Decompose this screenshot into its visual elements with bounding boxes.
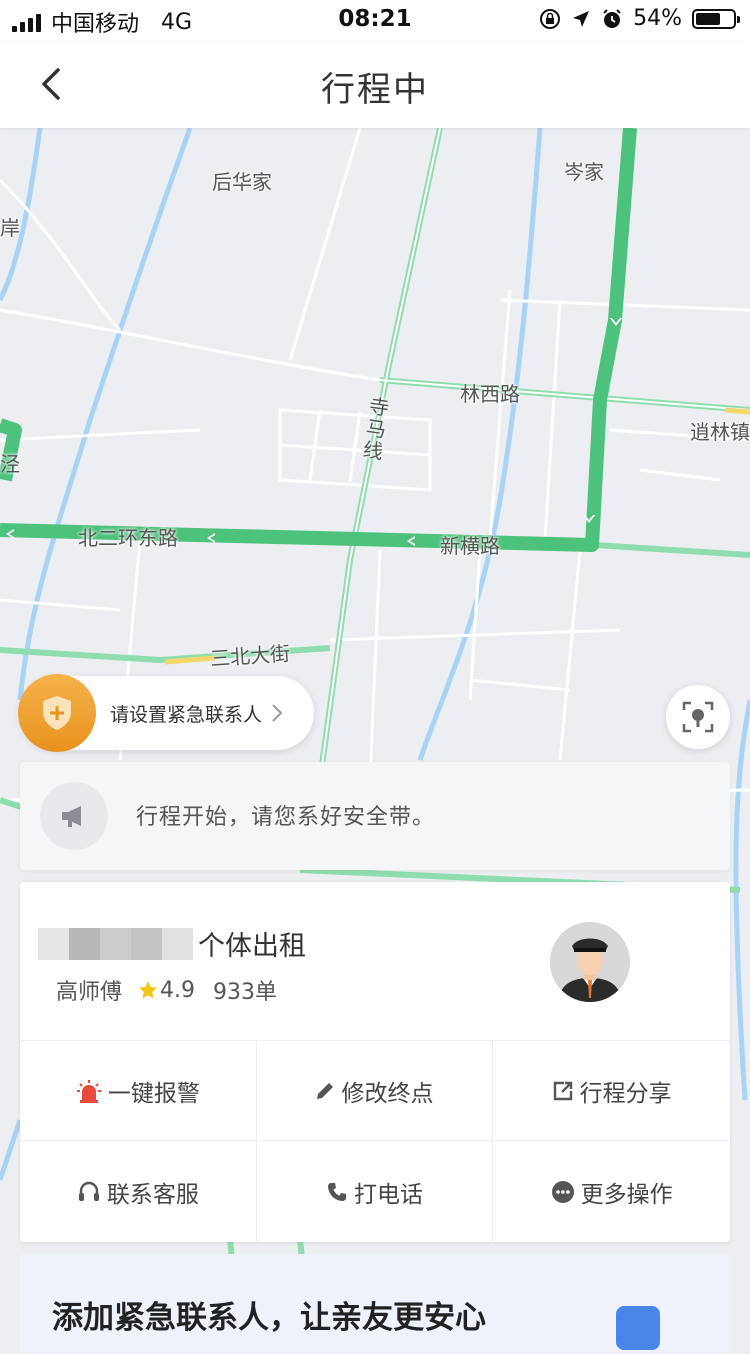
page-title: 行程中: [321, 70, 429, 110]
trip-notice: 行程开始，请您系好安全带。: [20, 762, 730, 870]
chevron-right-icon: [272, 704, 283, 722]
notice-text: 行程开始，请您系好安全带。: [136, 805, 436, 830]
star-icon: [139, 981, 158, 999]
customer-service-button[interactable]: 联系客服: [20, 1141, 257, 1242]
emergency-contact-pill[interactable]: 请设置紧急联系人: [18, 674, 314, 752]
headset-icon: [78, 1181, 99, 1201]
orientation-lock-icon: [540, 8, 561, 29]
nav-bar: 行程中: [0, 42, 750, 128]
action-label: 一键报警: [107, 1080, 200, 1107]
driver-avatar-icon: [550, 922, 630, 1002]
map-label: 林西路: [460, 382, 520, 406]
map-label: 北二环东路: [78, 526, 178, 550]
status-right: 54%: [539, 6, 740, 31]
banner-text: 添加紧急联系人，让亲友更安心: [52, 1300, 486, 1336]
car-type: 个体出租: [198, 931, 306, 962]
call-driver-button[interactable]: 打电话: [257, 1141, 494, 1242]
edit-destination-button[interactable]: 修改终点: [256, 1041, 494, 1141]
action-label: 联系客服: [106, 1181, 199, 1208]
status-bar: 中国移动 4G 08:21 54%: [0, 0, 750, 42]
driver-card: 个体出租 高师傅 4.9 933单 一键报警 修改终点 行程分享 联系客服 打电…: [20, 882, 730, 1242]
driver-name: 高师傅: [56, 980, 123, 1005]
phone-icon: [327, 1182, 346, 1201]
action-label: 修改终点: [341, 1080, 434, 1107]
contact-badge-icon: [616, 1306, 660, 1350]
battery-percent: 54%: [633, 6, 682, 31]
driver-avatar[interactable]: [550, 922, 630, 1002]
location-arrow-icon: [573, 10, 590, 27]
driver-orders: 933单: [213, 980, 278, 1005]
share-trip-button[interactable]: 行程分享: [493, 1041, 730, 1141]
map-label: 三北大街: [209, 641, 291, 671]
locate-button[interactable]: [666, 685, 730, 749]
action-grid: 一键报警 修改终点 行程分享 联系客服 打电话 更多操作: [20, 1040, 730, 1243]
map-label: 岸: [0, 216, 20, 240]
map-label: 新横路: [440, 534, 500, 558]
siren-icon: [76, 1079, 101, 1103]
action-label: 打电话: [353, 1181, 423, 1208]
more-icon: [551, 1180, 574, 1203]
megaphone-icon: [40, 782, 108, 850]
map-label: 泾: [0, 452, 20, 476]
driver-info: 高师傅 4.9 933单: [56, 974, 277, 1006]
emergency-contact-label: 请设置紧急联系人: [110, 703, 263, 726]
action-label: 行程分享: [579, 1080, 672, 1107]
map-label: 岑家: [564, 160, 604, 184]
license-plate-blurred: [38, 928, 193, 960]
more-actions-button[interactable]: 更多操作: [493, 1141, 730, 1242]
share-icon: [553, 1081, 572, 1100]
map-label: 逍林镇: [690, 420, 750, 444]
alarm-button[interactable]: 一键报警: [20, 1041, 257, 1141]
pencil-icon: [317, 1082, 334, 1099]
action-label: 更多操作: [580, 1181, 673, 1208]
locate-icon: [682, 701, 714, 733]
map-label: 后华家: [212, 170, 272, 194]
alarm-icon: [603, 8, 621, 28]
battery-icon: [692, 8, 740, 29]
emergency-contact-banner[interactable]: 添加紧急联系人，让亲友更安心: [20, 1254, 730, 1354]
driver-rating: 4.9: [160, 977, 196, 1003]
shield-plus-icon: [18, 674, 96, 752]
